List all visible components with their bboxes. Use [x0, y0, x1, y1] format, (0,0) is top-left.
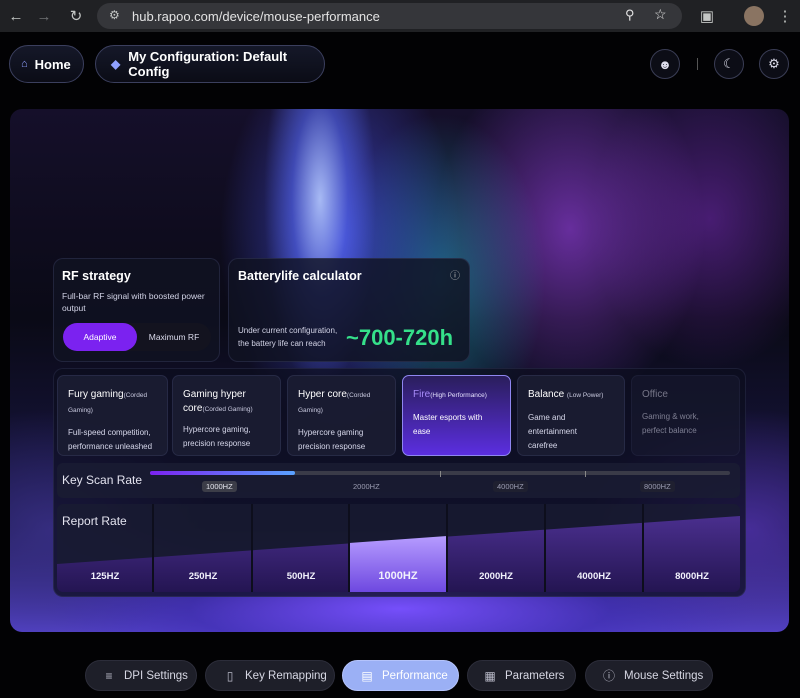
tab-mouse-settings[interactable]: ⓘ Mouse Settings	[585, 660, 713, 691]
mode-fire[interactable]: Fire(High Performance) Master esports wi…	[402, 375, 511, 456]
report-rate-panel: Report Rate 125HZ 250HZ 500HZ 1000HZ 200…	[57, 504, 740, 592]
mode-subtitle: (High Performance)	[430, 392, 487, 399]
browser-toolbar: ← → ↻ ⚙ hub.rapoo.com/device/mouse-perfo…	[0, 0, 800, 32]
key-scan-tick-4000[interactable]: 4000HZ	[493, 481, 528, 492]
user-icon[interactable]: ☻	[650, 49, 680, 79]
mode-balance[interactable]: Balance (Low Power) Game and entertainme…	[517, 375, 625, 456]
settings-gear-icon[interactable]: ⚙	[759, 49, 789, 79]
mouse-icon: ▯	[226, 668, 234, 683]
home-label: Home	[34, 56, 71, 72]
report-rate-250[interactable]: 250HZ	[155, 504, 251, 592]
tab-label: Mouse Settings	[624, 669, 704, 682]
info-icon[interactable]: ⓘ	[450, 267, 460, 282]
rf-option-adaptive[interactable]: Adaptive	[63, 323, 137, 351]
profile-avatar[interactable]	[744, 6, 764, 26]
rf-option-maximum[interactable]: Maximum RF	[137, 323, 211, 351]
rf-strategy-toggle: Adaptive Maximum RF	[63, 323, 211, 351]
battery-life-value: ~700-720h	[346, 325, 454, 350]
mode-desc-2: ease	[413, 427, 431, 436]
report-rate-500[interactable]: 500HZ	[253, 504, 349, 592]
mode-title: Balance	[528, 389, 567, 400]
mode-desc-1: Hypercore gaming	[298, 428, 364, 437]
mode-desc-2: perfect balance	[642, 426, 697, 435]
report-rate-1000[interactable]: 1000HZ	[350, 504, 446, 592]
battery-caption-2: the battery life can reach	[238, 339, 326, 348]
cube-icon: ◆	[111, 57, 121, 71]
battery-title: Batterylife calculator	[238, 269, 362, 283]
sliders-icon: ≡	[105, 668, 113, 683]
tab-label: Parameters	[505, 669, 565, 682]
report-rate-4000[interactable]: 4000HZ	[546, 504, 642, 592]
configuration-label: My Configuration: Default Config	[128, 49, 288, 79]
report-rate-8000[interactable]: 8000HZ	[644, 504, 740, 592]
tab-parameters[interactable]: ▦ Parameters	[467, 660, 576, 691]
slider-tick	[585, 471, 586, 477]
tab-dpi-settings[interactable]: ≡ DPI Settings	[85, 660, 197, 691]
mode-title: Office	[642, 389, 668, 400]
rf-strategy-title: RF strategy	[62, 269, 131, 283]
back-icon[interactable]: ←	[6, 6, 26, 26]
mode-title: Fire	[413, 389, 431, 400]
mode-desc-2: carefree	[528, 441, 558, 450]
extensions-icon[interactable]: ▣	[697, 6, 717, 26]
tab-label: Key Remapping	[245, 669, 327, 682]
key-scan-tick-8000[interactable]: 8000HZ	[640, 481, 675, 492]
mode-fury-gaming[interactable]: Fury gaming(Corded Gaming) Full-speed co…	[57, 375, 168, 456]
grid-icon: ▦	[484, 668, 496, 683]
mode-desc-2: precision response	[183, 439, 251, 448]
browser-menu-icon[interactable]: ⋮	[775, 6, 795, 26]
site-info-icon[interactable]: ⚙	[109, 8, 120, 22]
theme-moon-icon[interactable]: ☾	[714, 49, 744, 79]
battery-caption-1: Under current configuration,	[238, 326, 338, 335]
report-rate-125[interactable]: 125HZ	[57, 504, 153, 592]
key-scan-tick-1000[interactable]: 1000HZ	[202, 481, 237, 492]
address-bar[interactable]: ⚙ hub.rapoo.com/device/mouse-performance…	[97, 3, 682, 29]
forward-icon[interactable]: →	[34, 6, 54, 26]
mode-desc-1: Hypercore gaming,	[183, 425, 251, 434]
mode-desc-1: Full-speed competition,	[68, 428, 151, 437]
mode-desc-1: Game and entertainment	[528, 413, 577, 436]
key-scan-slider-track[interactable]	[150, 471, 730, 477]
rf-strategy-description: Full-bar RF signal with boosted power ou…	[62, 291, 205, 313]
key-scan-rate-label: Key Scan Rate	[62, 473, 143, 487]
mode-desc-2: performance unleashed	[68, 442, 153, 451]
tab-label: DPI Settings	[124, 669, 188, 682]
key-scan-rate-row: Key Scan Rate 1000HZ 2000HZ 4000HZ 8000H…	[57, 463, 740, 498]
info-circle-icon: ⓘ	[602, 669, 615, 683]
mode-title: Fury gaming	[68, 389, 124, 400]
mode-subtitle: (Corded Gaming)	[202, 406, 253, 413]
bookmark-star-icon[interactable]: ☆	[654, 6, 667, 23]
rf-strategy-card: RF strategy Full-bar RF signal with boos…	[53, 258, 220, 362]
battery-calculator-card: Batterylife calculator ⓘ Under current c…	[228, 258, 470, 362]
slider-tick	[440, 471, 441, 477]
configuration-button[interactable]: ◆ My Configuration: Default Config	[95, 45, 325, 83]
mode-gaming-hyper-core[interactable]: Gaming hyper core(Corded Gaming) Hyperco…	[172, 375, 281, 456]
tab-key-remapping[interactable]: ▯ Key Remapping	[205, 660, 335, 691]
home-icon: ⌂	[21, 58, 28, 70]
chart-icon: ▤	[361, 668, 373, 683]
mode-office[interactable]: Office Gaming & work, perfect balance	[631, 375, 740, 456]
home-button[interactable]: ⌂ Home	[9, 45, 84, 83]
mode-title: Hyper core	[298, 389, 347, 400]
zoom-icon[interactable]: ⚲	[625, 7, 635, 23]
key-scan-tick-2000[interactable]: 2000HZ	[349, 481, 384, 492]
key-scan-slider-fill	[150, 471, 295, 475]
header-divider	[697, 58, 698, 70]
url-text: hub.rapoo.com/device/mouse-performance	[132, 9, 380, 24]
mode-desc-2: precision response	[298, 442, 366, 451]
tab-label: Performance	[382, 669, 448, 682]
mode-hyper-core[interactable]: Hyper core(Corded Gaming) Hypercore gami…	[287, 375, 396, 456]
mode-desc-1: Gaming & work,	[642, 412, 699, 421]
reload-icon[interactable]: ↻	[66, 6, 86, 26]
tab-performance[interactable]: ▤ Performance	[342, 660, 459, 691]
report-rate-2000[interactable]: 2000HZ	[448, 504, 544, 592]
mode-desc-1: Master esports with	[413, 413, 483, 422]
mode-subtitle: (Low Power)	[566, 392, 604, 399]
